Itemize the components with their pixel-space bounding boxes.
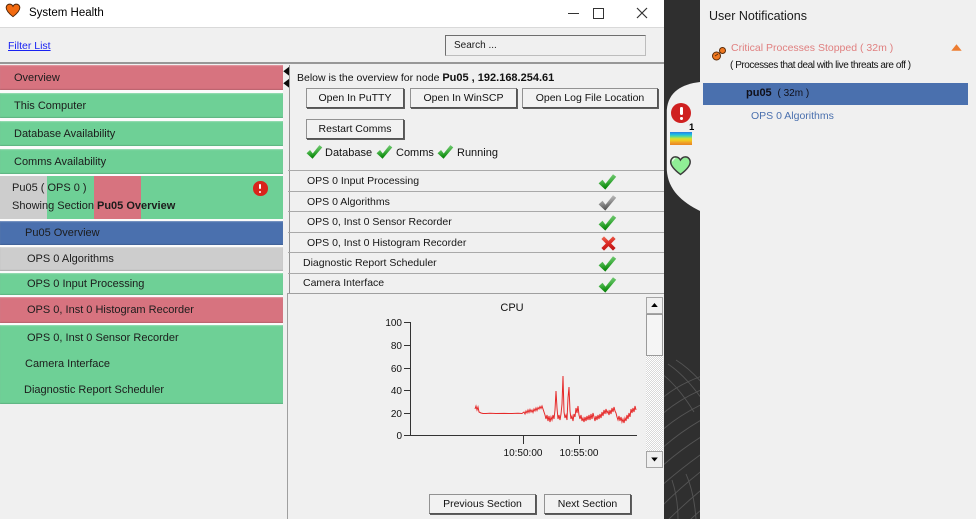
svg-text:10:55:00: 10:55:00	[560, 448, 599, 459]
svg-text:100: 100	[385, 318, 402, 329]
svg-text:0: 0	[396, 431, 402, 442]
svg-text:10:50:00: 10:50:00	[504, 448, 543, 459]
svg-text:40: 40	[391, 386, 403, 397]
svg-text:60: 60	[391, 364, 403, 375]
svg-text:80: 80	[391, 341, 403, 352]
svg-text:20: 20	[391, 409, 403, 420]
